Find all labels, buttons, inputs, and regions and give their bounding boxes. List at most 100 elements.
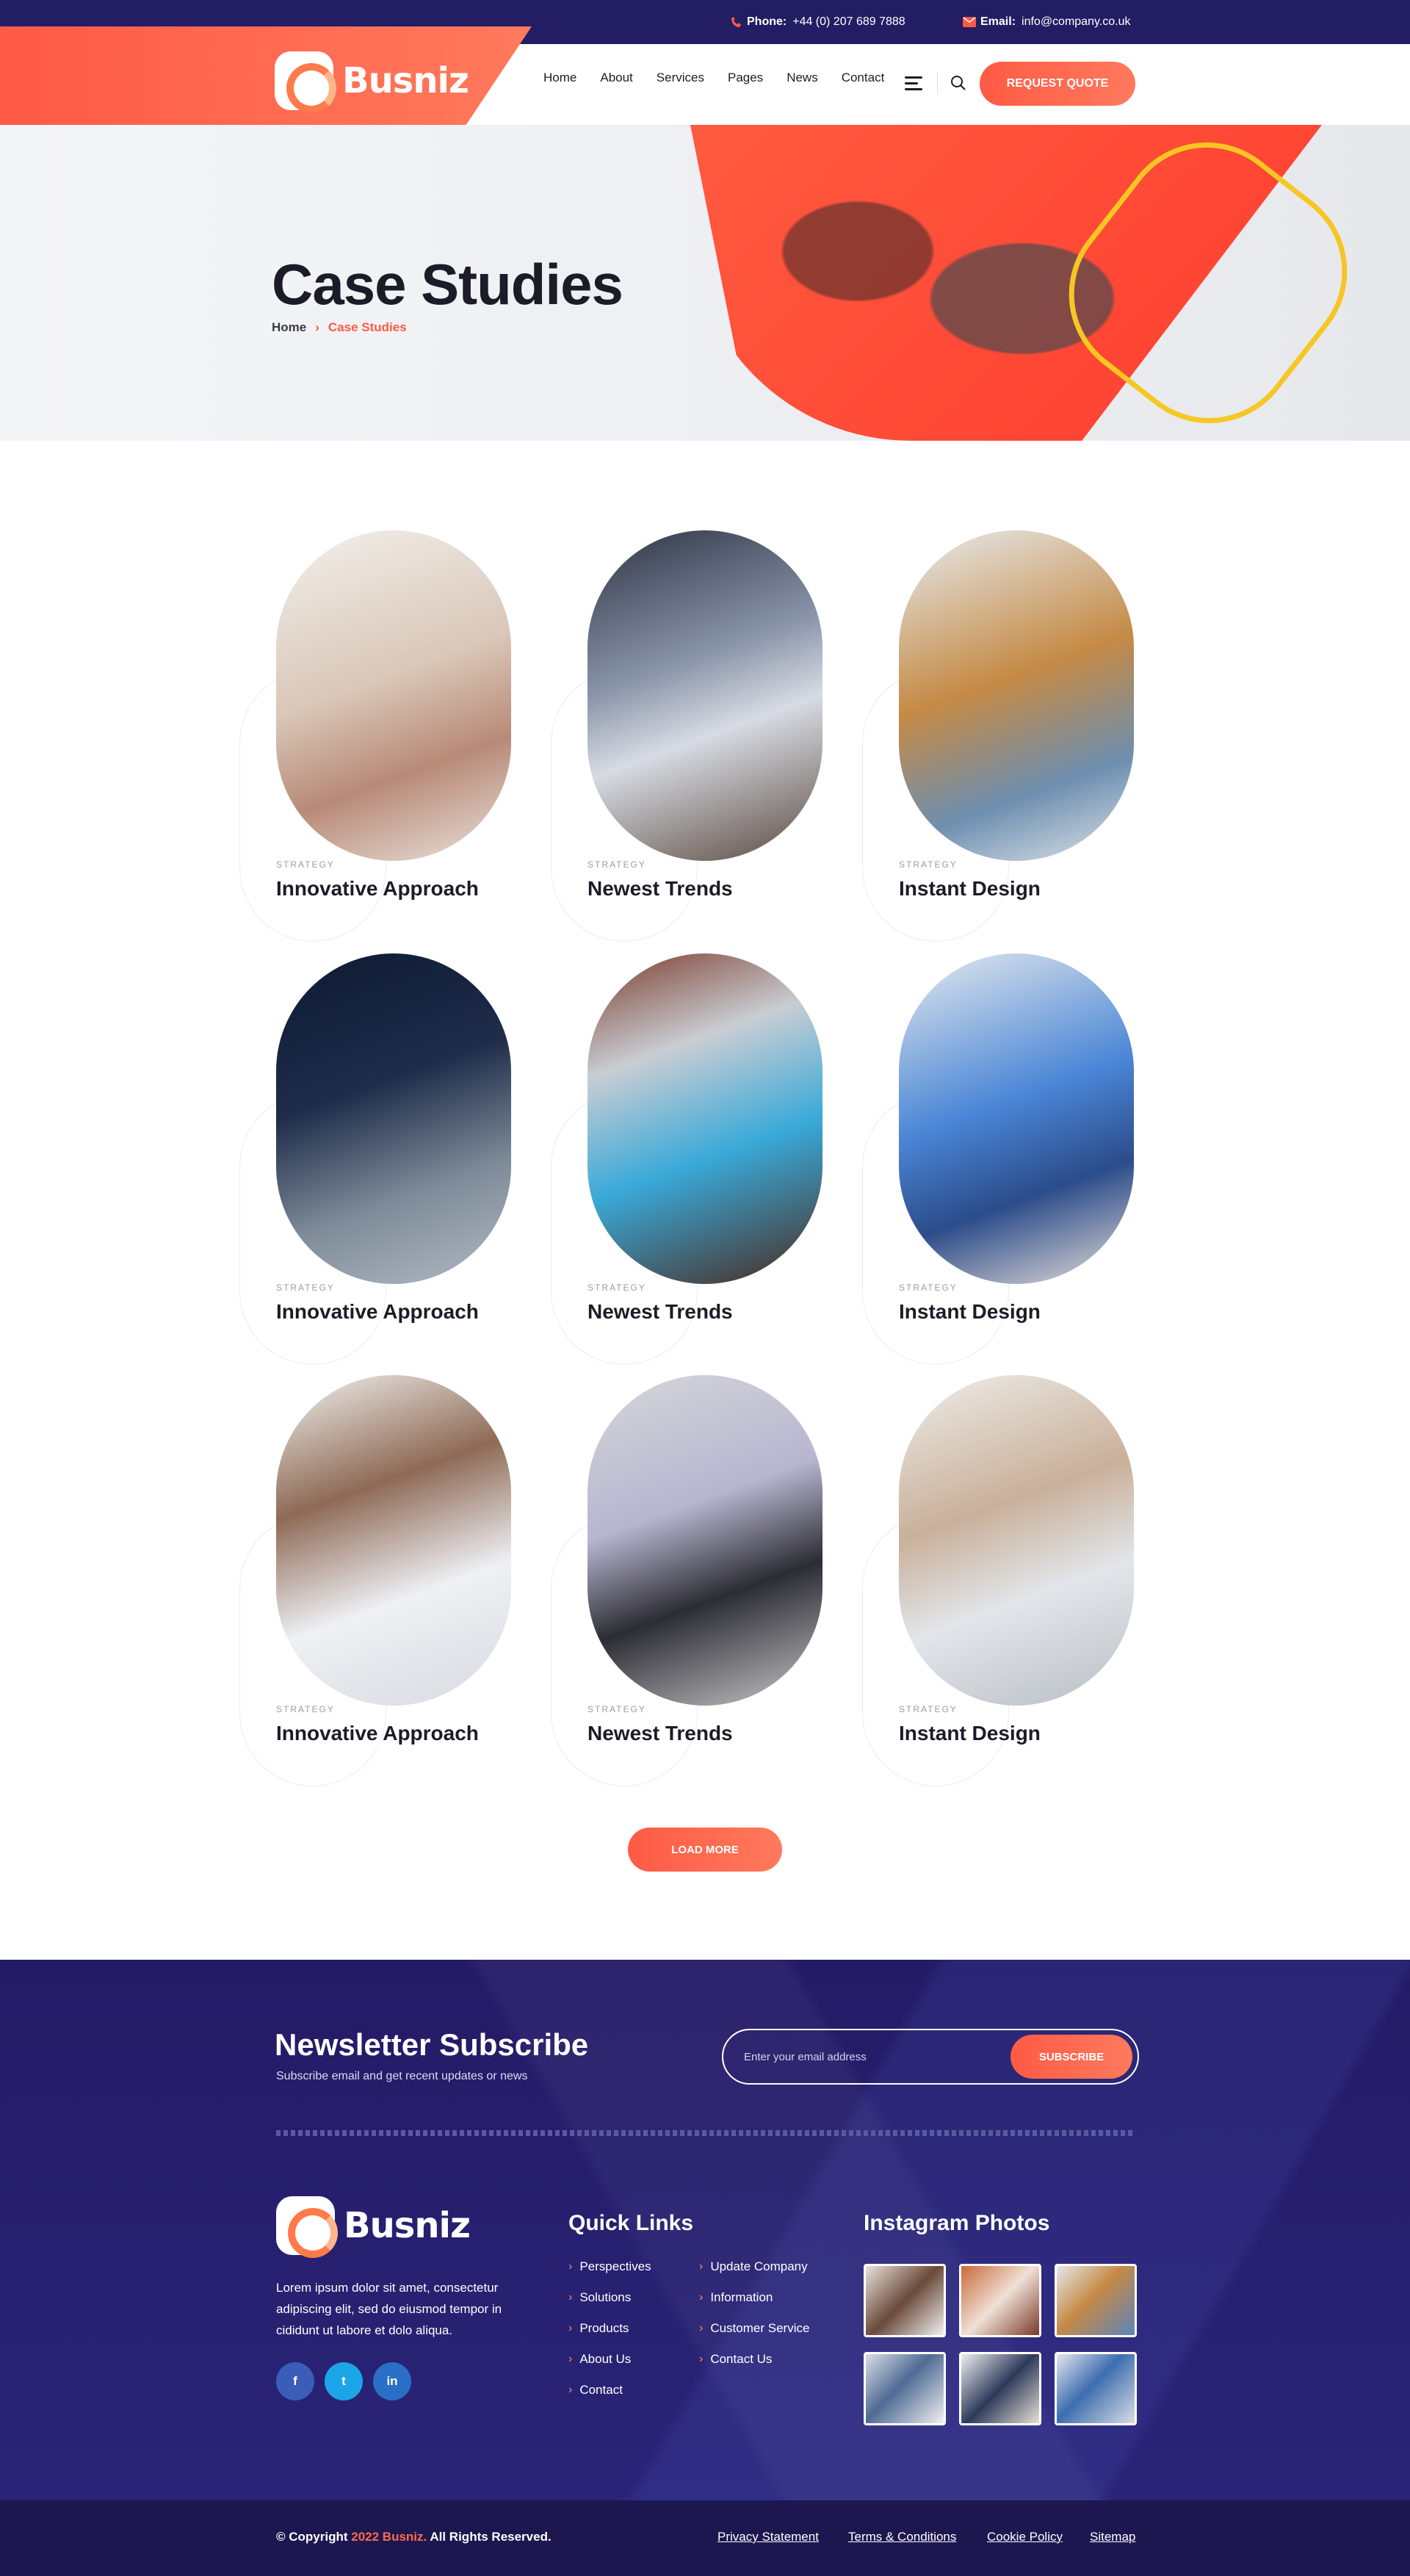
case-study-photo[interactable] (588, 953, 822, 1284)
privacy-statement-link[interactable]: Privacy Statement (717, 2530, 819, 2544)
newsletter-email-input[interactable] (744, 2045, 994, 2068)
quick-link[interactable]: Contact (568, 2383, 651, 2398)
case-study-card[interactable]: STRATEGY Instant Design (862, 953, 1178, 1365)
quick-link[interactable]: Contact Us (699, 2352, 809, 2367)
case-study-card[interactable]: STRATEGY Newest Trends (551, 530, 867, 942)
case-study-title[interactable]: Innovative Approach (276, 1722, 479, 1745)
case-study-photo[interactable] (899, 530, 1134, 861)
case-study-card[interactable]: STRATEGY Newest Trends (551, 1375, 867, 1786)
case-study-photo[interactable] (899, 1375, 1134, 1706)
quick-links-column-1: Perspectives Solutions Products About Us Con… (568, 2259, 651, 2414)
breadcrumb-separator: › (315, 320, 319, 334)
cookie-policy-link[interactable]: Cookie Policy (987, 2530, 1063, 2544)
subscribe-button[interactable]: SUBSCRIBE (1010, 2035, 1132, 2079)
newsletter-subtitle: Subscribe email and get recent updates o… (276, 2070, 528, 2082)
case-study-photo[interactable] (588, 1375, 822, 1706)
brand-name: Busniz (342, 60, 469, 101)
case-study-category: STRATEGY (588, 859, 646, 870)
case-study-category: STRATEGY (588, 1282, 646, 1293)
envelope-icon (963, 17, 976, 27)
email-info[interactable]: Email: info@company.co.uk (963, 0, 1130, 44)
case-study-category: STRATEGY (588, 1704, 646, 1714)
breadcrumb-current: Case Studies (328, 320, 407, 334)
case-study-card[interactable]: STRATEGY Innovative Approach (239, 953, 555, 1365)
page-title: Case Studies (272, 252, 623, 317)
case-study-title[interactable]: Instant Design (899, 877, 1041, 901)
case-study-photo[interactable] (276, 530, 511, 861)
instagram-photo[interactable] (959, 2264, 1041, 2337)
quick-link[interactable]: Products (568, 2321, 651, 2336)
case-study-card[interactable]: STRATEGY Instant Design (862, 1375, 1178, 1786)
instagram-photo[interactable] (864, 2352, 946, 2425)
case-study-category: STRATEGY (276, 1704, 335, 1714)
case-study-title[interactable]: Innovative Approach (276, 877, 479, 901)
instagram-photo[interactable] (864, 2264, 946, 2337)
quick-link[interactable]: About Us (568, 2352, 651, 2367)
case-study-category: STRATEGY (899, 859, 958, 870)
quick-links-column-2: Update Company Information Customer Servic… (699, 2259, 809, 2383)
case-study-card[interactable]: STRATEGY Newest Trends (551, 953, 867, 1365)
breadcrumb-home[interactable]: Home (272, 320, 306, 335)
case-study-category: STRATEGY (276, 1282, 335, 1293)
case-study-title[interactable]: Innovative Approach (276, 1300, 479, 1324)
email-label: Email: (980, 15, 1016, 28)
instagram-photo[interactable] (1055, 2264, 1137, 2337)
quick-link[interactable]: Solutions (568, 2290, 651, 2305)
copyright-prefix: © Copyright (276, 2530, 348, 2544)
sitemap-link[interactable]: Sitemap (1090, 2530, 1135, 2544)
case-study-category: STRATEGY (899, 1704, 958, 1714)
menu-icon[interactable] (905, 76, 922, 94)
case-study-category: STRATEGY (276, 859, 335, 870)
case-study-title[interactable]: Newest Trends (588, 877, 733, 901)
nav-item-services[interactable]: Services (657, 71, 704, 85)
twitter-icon[interactable]: t (325, 2362, 363, 2400)
footer-logo[interactable]: Busniz (276, 2196, 471, 2258)
quick-link[interactable]: Perspectives (568, 2259, 651, 2274)
breadcrumb: Home › Case Studies (272, 320, 407, 335)
copyright: © Copyright 2022 Busniz. All Rights Rese… (276, 2530, 552, 2544)
phone-icon (731, 17, 741, 27)
bottom-bar (0, 2500, 1410, 2576)
email-value: info@company.co.uk (1022, 15, 1131, 28)
case-study-photo[interactable] (899, 953, 1134, 1284)
instagram-photo[interactable] (959, 2352, 1041, 2425)
newsletter-title: Newsletter Subscribe (275, 2027, 589, 2062)
nav-item-pages[interactable]: Pages (728, 71, 763, 85)
brand-logo[interactable]: Busniz (275, 51, 469, 113)
case-study-title[interactable]: Newest Trends (588, 1300, 733, 1324)
header-divider (937, 72, 938, 94)
nav-item-contact[interactable]: Contact (842, 71, 885, 85)
phone-info[interactable]: Phone: +44 (0) 207 689 7888 (731, 0, 905, 44)
nav-item-news[interactable]: News (787, 71, 818, 85)
nav-item-about[interactable]: About (600, 71, 632, 85)
terms-conditions-link[interactable]: Terms & Conditions (848, 2530, 956, 2544)
quick-links-title: Quick Links (568, 2211, 694, 2235)
main-nav: Home About Services Pages News Contact (543, 71, 884, 85)
instagram-title: Instagram Photos (864, 2211, 1050, 2235)
case-study-photo[interactable] (276, 953, 511, 1284)
case-study-card[interactable]: STRATEGY Innovative Approach (239, 1375, 555, 1786)
hero-banner (0, 125, 1410, 441)
footer-brand-name: Busniz (344, 2205, 471, 2246)
case-study-title[interactable]: Instant Design (899, 1722, 1041, 1745)
quick-link[interactable]: Customer Service (699, 2321, 809, 2336)
case-study-photo[interactable] (276, 1375, 511, 1706)
request-quote-button[interactable]: REQUEST QUOTE (980, 62, 1135, 106)
case-study-card[interactable]: STRATEGY Innovative Approach (239, 530, 555, 942)
case-study-title[interactable]: Newest Trends (588, 1722, 733, 1745)
phone-value: +44 (0) 207 689 7888 (792, 15, 905, 28)
phone-label: Phone: (747, 15, 787, 28)
facebook-icon[interactable]: f (276, 2362, 314, 2400)
search-icon[interactable] (950, 75, 966, 91)
load-more-button[interactable]: LOAD MORE (628, 1828, 782, 1872)
case-study-card[interactable]: STRATEGY Instant Design (862, 530, 1178, 942)
instagram-photo[interactable] (1055, 2352, 1137, 2425)
case-study-title[interactable]: Instant Design (899, 1300, 1041, 1324)
logo-mark-icon (276, 2196, 338, 2258)
footer-divider (276, 2130, 1135, 2136)
case-study-photo[interactable] (588, 530, 822, 861)
quick-link[interactable]: Update Company (699, 2259, 809, 2274)
nav-item-home[interactable]: Home (543, 71, 576, 85)
quick-link[interactable]: Information (699, 2290, 809, 2305)
linkedin-icon[interactable]: in (373, 2362, 411, 2400)
